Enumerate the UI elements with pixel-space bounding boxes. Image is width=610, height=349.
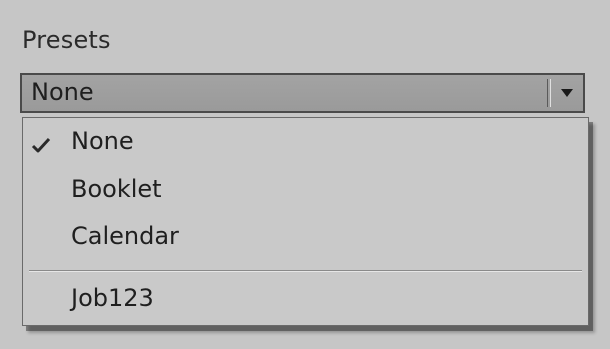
presets-panel: Presets None None Booklet Calendar Job12… xyxy=(0,0,610,349)
menu-item-none[interactable]: None xyxy=(23,122,588,164)
menu-item-label: Calendar xyxy=(71,222,179,250)
menu-item-job123[interactable]: Job123 xyxy=(23,279,588,321)
check-icon xyxy=(31,137,51,157)
menu-item-label: None xyxy=(71,127,134,155)
menu-item-label: Job123 xyxy=(71,284,154,312)
menu-item-booklet[interactable]: Booklet xyxy=(23,170,588,212)
select-divider xyxy=(547,79,551,107)
menu-item-label: Booklet xyxy=(71,175,162,203)
menu-item-calendar[interactable]: Calendar xyxy=(23,217,588,259)
presets-select[interactable]: None xyxy=(20,73,585,113)
dropdown-arrow-icon[interactable] xyxy=(555,77,579,109)
menu-separator xyxy=(29,270,582,272)
presets-select-value: None xyxy=(31,78,94,106)
presets-dropdown-menu: None Booklet Calendar Job123 xyxy=(22,117,589,326)
presets-label: Presets xyxy=(22,26,111,54)
